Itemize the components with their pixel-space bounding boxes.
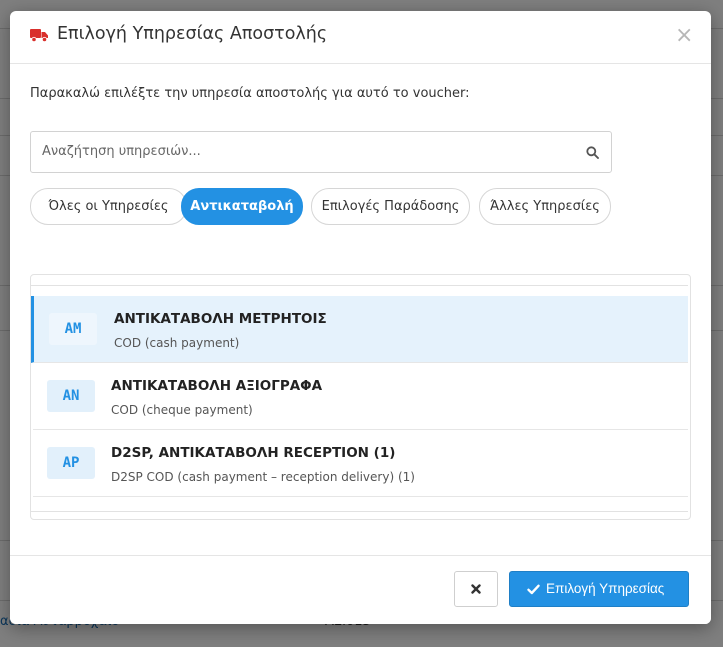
service-description: COD (cash payment) bbox=[114, 336, 240, 350]
service-list: AM ΑΝΤΙΚΑΤΑΒΟΛΗ ΜΕΤΡΗΤΟΙΣ COD (cash paym… bbox=[30, 274, 691, 520]
truck-icon bbox=[30, 29, 48, 42]
cancel-button[interactable] bbox=[454, 571, 498, 607]
select-service-button[interactable]: Επιλογή Υπηρεσίας bbox=[509, 571, 689, 607]
service-name: D2SP, ΑΝΤΙΚΑΤΑΒΟΛΗ RECEPTION (1) bbox=[111, 445, 396, 461]
search-box bbox=[30, 131, 612, 173]
service-code-badge: AN bbox=[47, 380, 95, 412]
service-row[interactable]: AM ΑΝΤΙΚΑΤΑΒΟΛΗ ΜΕΤΡΗΤΟΙΣ COD (cash paym… bbox=[31, 296, 688, 363]
filter-all-services[interactable]: Όλες οι Υπηρεσίες bbox=[30, 188, 187, 225]
service-name: ΑΝΤΙΚΑΤΑΒΟΛΗ ΑΞΙΟΓΡΑΦΑ bbox=[111, 378, 323, 394]
service-code-badge: AM bbox=[49, 313, 97, 345]
close-icon[interactable]: × bbox=[675, 25, 693, 47]
service-row[interactable]: AN ΑΝΤΙΚΑΤΑΒΟΛΗ ΑΞΙΟΓΡΑΦΑ COD (cheque pa… bbox=[33, 363, 688, 430]
shipping-service-modal: Επιλογή Υπηρεσίας Αποστολής × Παρακαλώ ε… bbox=[10, 11, 711, 624]
filter-cod[interactable]: Αντικαταβολή bbox=[181, 188, 303, 225]
service-list-scroll[interactable]: AM ΑΝΤΙΚΑΤΑΒΟΛΗ ΜΕΤΡΗΤΟΙΣ COD (cash paym… bbox=[31, 285, 688, 512]
service-code-badge: AP bbox=[47, 447, 95, 479]
select-service-label: Επιλογή Υπηρεσίας bbox=[546, 581, 665, 596]
instructions-text: Παρακαλώ επιλέξτε την υπηρεσία αποστολής… bbox=[30, 86, 470, 101]
service-name: ΑΝΤΙΚΑΤΑΒΟΛΗ ΜΕΤΡΗΤΟΙΣ bbox=[114, 311, 327, 327]
modal-title: Επιλογή Υπηρεσίας Αποστολής bbox=[57, 24, 328, 44]
search-input[interactable] bbox=[31, 132, 572, 170]
check-icon bbox=[527, 584, 540, 595]
modal-footer: Επιλογή Υπηρεσίας bbox=[10, 555, 711, 624]
times-icon bbox=[471, 584, 481, 594]
service-description: COD (cheque payment) bbox=[111, 403, 253, 417]
search-icon[interactable] bbox=[586, 146, 599, 159]
filter-other-services[interactable]: Άλλες Υπηρεσίες bbox=[479, 188, 611, 225]
service-description: D2SP COD (cash payment – reception deliv… bbox=[111, 470, 415, 484]
service-row[interactable]: AP D2SP, ΑΝΤΙΚΑΤΑΒΟΛΗ RECEPTION (1) D2SP… bbox=[33, 430, 688, 497]
filter-delivery-options[interactable]: Επιλογές Παράδοσης bbox=[311, 188, 470, 225]
modal-header: Επιλογή Υπηρεσίας Αποστολής × bbox=[10, 11, 711, 64]
